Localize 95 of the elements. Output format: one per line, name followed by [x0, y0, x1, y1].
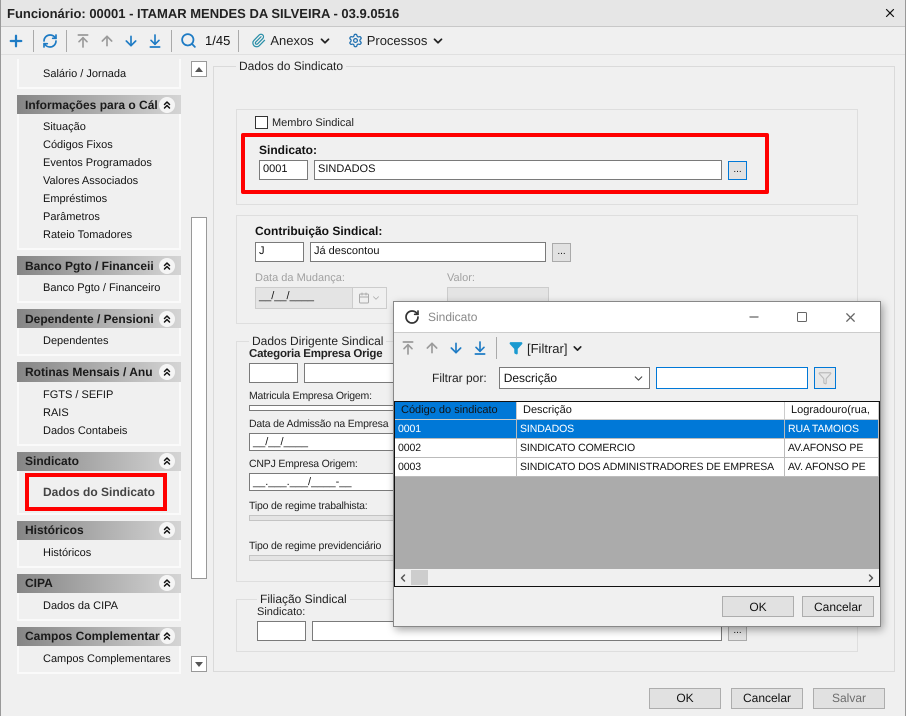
table-cell[interactable]: SINDICATO COMERCIO [517, 439, 785, 458]
field-label: Categoria Empresa Orige [249, 348, 382, 360]
collapse-icon[interactable] [159, 364, 175, 380]
table-cell[interactable]: AV.AFONSO PE [785, 439, 879, 458]
funnel-icon [818, 371, 832, 385]
collapse-icon[interactable] [159, 453, 175, 470]
field-label: Contribuição Sindical: [255, 224, 384, 238]
field-label: Valor: [447, 272, 476, 284]
scroll-down-button[interactable] [191, 656, 207, 672]
field-label: Sindicato: [259, 143, 318, 157]
field-label: Data da Mudança: [255, 272, 346, 284]
collapse-icon[interactable] [159, 258, 175, 274]
arrow-to-bottom-icon[interactable] [147, 32, 163, 48]
code-field[interactable] [257, 621, 306, 641]
checkbox-label: Membro Sindical [272, 116, 354, 128]
filter-menu-button[interactable]: [Filtrar] [505, 338, 588, 358]
funnel-icon [509, 341, 523, 355]
arrow-to-bottom-icon[interactable] [472, 340, 488, 356]
sidebar-item[interactable]: FGTS / SEFIP [19, 386, 179, 404]
table-cell[interactable]: 0001 [395, 420, 517, 439]
window-title: Funcionário: 00001 - ITAMAR MENDES DA SILVEIRA - 03.9.0516 [7, 6, 400, 20]
plus-icon[interactable] [7, 32, 25, 50]
sidebar-group-header[interactable]: Dependente / Pensioni [17, 309, 181, 328]
sidebar-item[interactable]: Códigos Fixos [19, 136, 179, 154]
filter-apply-button[interactable] [814, 367, 836, 389]
arrow-down-icon[interactable] [123, 32, 139, 48]
sidebar-item[interactable]: Dados do Sindicato [25, 472, 167, 511]
name-field[interactable]: SINDADOS [314, 160, 722, 180]
sidebar-item[interactable]: Valores Associados [19, 172, 179, 190]
menu-button[interactable]: Anexos [247, 31, 336, 50]
field-label: CNPJ Empresa Origem: [249, 458, 358, 470]
filter-label: Filtrar por: [432, 371, 487, 385]
sidebar-item[interactable]: Rateio Tomadores [19, 226, 179, 244]
filter-select[interactable]: Descrição [498, 367, 650, 389]
sidebar-item[interactable]: Situação [19, 118, 179, 136]
column-header[interactable]: Logradouro(rua, [785, 402, 879, 420]
table-cell[interactable]: SINDADOS [517, 420, 785, 439]
lookup-button[interactable]: ... [728, 160, 747, 180]
section-title: Filiação Sindical [259, 592, 348, 606]
table-cell[interactable]: SINDICATO DOS ADMINISTRADORES DE EMPRESA [517, 458, 785, 477]
collapse-icon[interactable] [159, 96, 175, 113]
collapse-icon[interactable] [159, 522, 175, 538]
collapse-icon[interactable] [159, 575, 175, 592]
refresh-icon[interactable] [42, 32, 58, 48]
section-title: Dados Dirigente Sindical [251, 334, 384, 348]
triangle-down-icon [195, 662, 203, 666]
sidebar-group-header[interactable]: Informações para o Cál [17, 95, 181, 114]
sidebar-item[interactable]: Dados Contabeis [19, 422, 179, 440]
paperclip-icon [251, 33, 266, 48]
record-counter: 1/45 [205, 33, 230, 48]
collapse-icon[interactable] [159, 310, 175, 327]
sidebar-group-header[interactable]: Campos Complementar [17, 626, 181, 646]
dialog-button[interactable]: OK [722, 596, 794, 617]
code-field[interactable] [249, 363, 298, 383]
maximize-icon[interactable] [796, 311, 808, 323]
field-label: Matricula Empresa Origem: [249, 390, 372, 402]
field-label: Sindicato: [257, 606, 306, 618]
footer-button[interactable]: Cancelar [731, 688, 803, 708]
sidebar-item[interactable]: Eventos Programados [19, 154, 179, 172]
circle-arrow-icon [404, 309, 420, 325]
field-label: Tipo de regime previdenciário [249, 540, 382, 552]
column-header[interactable]: Descrição [517, 402, 785, 420]
scrollbar-thumb[interactable] [411, 570, 428, 585]
sidebar-item[interactable]: Parâmetros [19, 208, 179, 226]
menu-button[interactable]: Processos [344, 31, 450, 50]
scroll-up-button[interactable] [191, 61, 207, 77]
sidebar-group-header[interactable]: Sindicato [17, 452, 181, 471]
section-title: Dados do Sindicato [238, 59, 344, 73]
sidebar-group-header[interactable]: Históricos [17, 520, 181, 540]
search-icon[interactable] [180, 32, 197, 49]
triangle-up-icon [195, 66, 203, 72]
code-field[interactable]: 0001 [259, 160, 308, 180]
calendar-icon [358, 292, 370, 304]
sidebar-item[interactable]: Empréstimos [19, 190, 179, 208]
collapse-icon[interactable] [160, 628, 175, 644]
arrow-down-icon[interactable] [448, 340, 464, 356]
filter-input[interactable] [656, 367, 808, 389]
field-label: Data de Admissão na Empresa [249, 418, 388, 430]
checkbox[interactable] [255, 116, 268, 129]
table-cell[interactable]: 0002 [395, 439, 517, 458]
sidebar-item[interactable]: RAIS [19, 404, 179, 422]
table-cell[interactable]: 0003 [395, 458, 517, 477]
gear-icon [348, 33, 363, 48]
sidebar-group-header[interactable]: CIPA [17, 574, 181, 593]
field-label: Tipo de regime trabalhista: [249, 500, 368, 512]
column-header[interactable]: Código do sindicato [395, 402, 517, 420]
footer-button[interactable]: OK [649, 688, 721, 708]
scrollbar-thumb[interactable] [191, 217, 207, 579]
close-icon[interactable] [883, 6, 897, 20]
dialog-button[interactable]: Cancelar [802, 596, 874, 617]
table-cell[interactable]: AV. AFONSO PE [785, 458, 879, 477]
sidebar-group-header[interactable]: Rotinas Mensais / Anu [17, 362, 181, 382]
dialog-title: Sindicato [428, 310, 478, 324]
sidebar-group-header[interactable]: Banco Pgto / Financeii [17, 256, 181, 276]
table-cell[interactable]: RUA TAMOIOS [785, 420, 879, 439]
